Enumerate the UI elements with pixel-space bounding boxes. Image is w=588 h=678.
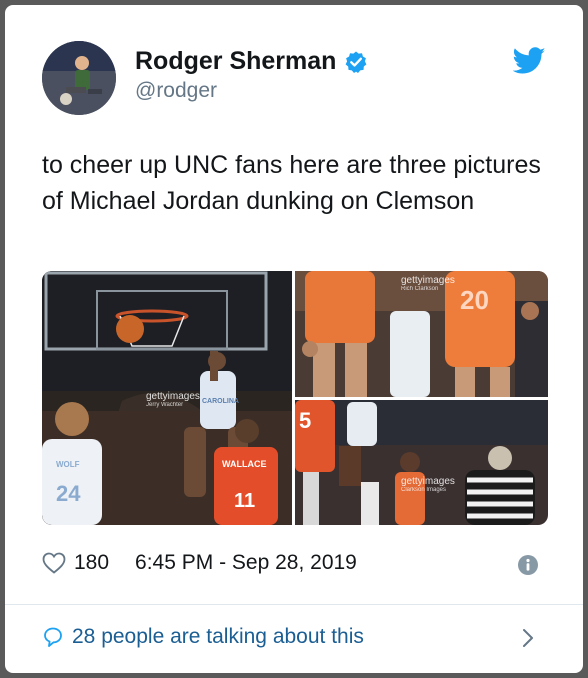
jersey-number-5: 5 [299, 408, 311, 433]
comment-bubble-icon [42, 626, 64, 648]
tweet-stats-row: 180 6:45 PM - Sep 28, 2019 [42, 551, 357, 575]
jersey-number-11: 11 [234, 490, 255, 512]
getty-watermark-2: gettyimages Rich Clarkson [401, 275, 455, 292]
author-display-name[interactable]: Rodger Sherman [135, 47, 336, 76]
jersey-name-carolina: CAROLINA [202, 398, 239, 405]
verified-badge-icon [344, 50, 368, 74]
jersey-name-wallace: WALLACE [222, 459, 267, 469]
chevron-right-icon[interactable] [521, 627, 535, 654]
conversation-text: 28 people are talking about this [72, 625, 364, 648]
info-icon[interactable] [517, 554, 539, 581]
media-photo-2[interactable]: 20 gettyimages Rich Clarkson [295, 271, 548, 397]
author-avatar[interactable] [42, 41, 116, 115]
like-count: 180 [74, 551, 110, 574]
tweet-text: to cheer up UNC fans here are three pict… [42, 151, 541, 215]
jersey-name-wolf: WOLF [56, 460, 80, 469]
getty-watermark-1: gettyimages Jerry Wachter [146, 391, 200, 408]
divider [5, 604, 583, 605]
author-handle[interactable]: @rodger [135, 79, 217, 103]
tweet-timestamp[interactable]: 6:45 PM - Sep 28, 2019 [135, 551, 357, 575]
media-photo-1[interactable]: 24 WOLF CAROLINA WALLACE 11 gettyimages … [42, 271, 292, 525]
heart-outline-icon[interactable] [42, 552, 66, 574]
media-photo-3[interactable]: 5 gettyimages Clarkson Images [295, 400, 548, 525]
conversation-link[interactable]: 28 people are talking about this [42, 625, 364, 649]
getty-watermark-3: gettyimages Clarkson Images [401, 476, 455, 493]
author-name-row: Rodger Sherman [135, 47, 368, 76]
twitter-bird-icon[interactable] [512, 47, 546, 80]
jersey-number-20: 20 [460, 285, 489, 315]
media-grid: 24 WOLF CAROLINA WALLACE 11 gettyimages … [42, 271, 548, 525]
jersey-number-24: 24 [56, 481, 81, 506]
tweet-embed-card: Rodger Sherman @rodger to cheer up UNC f… [5, 5, 583, 673]
